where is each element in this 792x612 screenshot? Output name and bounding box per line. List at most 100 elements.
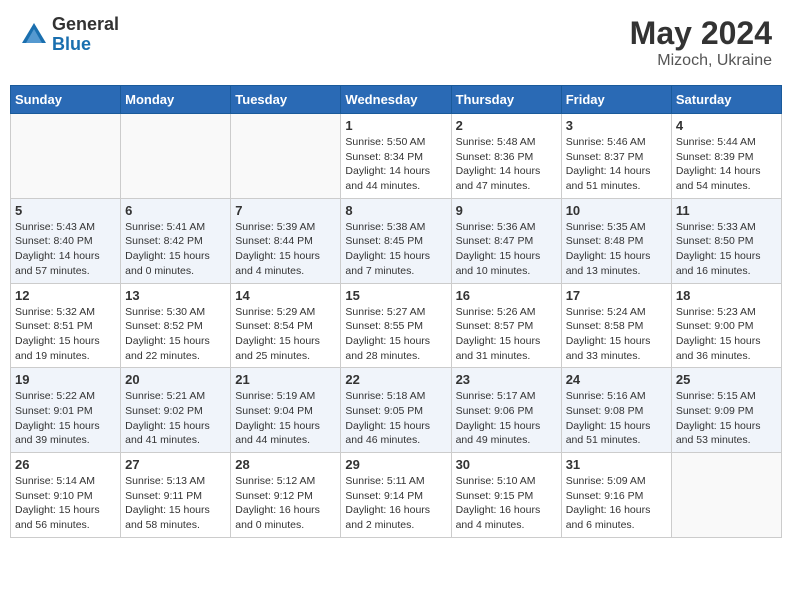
day-number: 30 bbox=[456, 457, 557, 472]
day-number: 14 bbox=[235, 288, 336, 303]
day-number: 6 bbox=[125, 203, 226, 218]
calendar-cell: 19 Sunrise: 5:22 AMSunset: 9:01 PMDayligh… bbox=[11, 368, 121, 453]
calendar-cell: 1Sunrise: 5:50 AMSunset: 8:34 PMDaylight… bbox=[341, 114, 451, 199]
day-number: 19 bbox=[15, 372, 116, 387]
calendar-cell: 7 Sunrise: 5:39 AMSunset: 8:44 PMDaylight… bbox=[231, 198, 341, 283]
calendar-cell bbox=[121, 114, 231, 199]
day-number: 5 bbox=[15, 203, 116, 218]
day-number: 21 bbox=[235, 372, 336, 387]
day-info: Sunrise: 5:50 AMSunset: 8:34 PMDaylight:… bbox=[345, 135, 446, 194]
day-number: 17 bbox=[566, 288, 667, 303]
day-info: Sunrise: 5:13 AMSunset: 9:11 PMDaylight:… bbox=[125, 474, 226, 533]
weekday-header-wednesday: Wednesday bbox=[341, 86, 451, 114]
calendar-cell: 17 Sunrise: 5:24 AMSunset: 8:58 PMDayligh… bbox=[561, 283, 671, 368]
day-info: Sunrise: 5:43 AMSunset: 8:40 PMDaylight:… bbox=[15, 220, 116, 279]
logo-icon bbox=[20, 21, 48, 49]
calendar-title: May 2024 bbox=[630, 15, 772, 52]
calendar-cell: 27 Sunrise: 5:13 AMSunset: 9:11 PMDayligh… bbox=[121, 453, 231, 538]
day-number: 25 bbox=[676, 372, 777, 387]
logo-text: General Blue bbox=[52, 15, 119, 55]
calendar-cell: 12 Sunrise: 5:32 AMSunset: 8:51 PMDayligh… bbox=[11, 283, 121, 368]
day-info: Sunrise: 5:10 AMSunset: 9:15 PMDaylight:… bbox=[456, 474, 557, 533]
day-info: Sunrise: 5:36 AMSunset: 8:47 PMDaylight:… bbox=[456, 220, 557, 279]
day-info: Sunrise: 5:26 AMSunset: 8:57 PMDaylight:… bbox=[456, 305, 557, 364]
logo: General Blue bbox=[20, 15, 119, 55]
calendar-cell: 16Sunrise: 5:26 AMSunset: 8:57 PMDayligh… bbox=[451, 283, 561, 368]
day-info: Sunrise: 5:17 AMSunset: 9:06 PMDaylight:… bbox=[456, 389, 557, 448]
calendar-cell: 15 Sunrise: 5:27 AMSunset: 8:55 PMDayligh… bbox=[341, 283, 451, 368]
calendar-cell: 11Sunrise: 5:33 AMSunset: 8:50 PMDayligh… bbox=[671, 198, 781, 283]
day-info: Sunrise: 5:11 AMSunset: 9:14 PMDaylight:… bbox=[345, 474, 446, 533]
day-number: 28 bbox=[235, 457, 336, 472]
calendar-week-row: 19 Sunrise: 5:22 AMSunset: 9:01 PMDayligh… bbox=[11, 368, 782, 453]
day-info: Sunrise: 5:46 AMSunset: 8:37 PMDaylight:… bbox=[566, 135, 667, 194]
day-info: Sunrise: 5:09 AMSunset: 9:16 PMDaylight:… bbox=[566, 474, 667, 533]
calendar-cell: 29Sunrise: 5:11 AMSunset: 9:14 PMDayligh… bbox=[341, 453, 451, 538]
day-number: 27 bbox=[125, 457, 226, 472]
day-info: Sunrise: 5:16 AMSunset: 9:08 PMDaylight:… bbox=[566, 389, 667, 448]
day-info: Sunrise: 5:39 AMSunset: 8:44 PMDaylight:… bbox=[235, 220, 336, 279]
calendar-cell bbox=[231, 114, 341, 199]
calendar-cell: 3 Sunrise: 5:46 AMSunset: 8:37 PMDaylight… bbox=[561, 114, 671, 199]
calendar-cell: 18 Sunrise: 5:23 AMSunset: 9:00 PMDayligh… bbox=[671, 283, 781, 368]
weekday-header-sunday: Sunday bbox=[11, 86, 121, 114]
day-number: 24 bbox=[566, 372, 667, 387]
calendar-location: Mizoch, Ukraine bbox=[630, 52, 772, 70]
calendar-cell: 10Sunrise: 5:35 AMSunset: 8:48 PMDayligh… bbox=[561, 198, 671, 283]
weekday-header-friday: Friday bbox=[561, 86, 671, 114]
day-info: Sunrise: 5:21 AMSunset: 9:02 PMDaylight:… bbox=[125, 389, 226, 448]
logo-blue: Blue bbox=[52, 35, 119, 55]
day-info: Sunrise: 5:29 AMSunset: 8:54 PMDaylight:… bbox=[235, 305, 336, 364]
page-header: General Blue May 2024 Mizoch, Ukraine bbox=[10, 10, 782, 75]
day-info: Sunrise: 5:32 AMSunset: 8:51 PMDaylight:… bbox=[15, 305, 116, 364]
calendar-cell: 26Sunrise: 5:14 AMSunset: 9:10 PMDayligh… bbox=[11, 453, 121, 538]
day-number: 18 bbox=[676, 288, 777, 303]
day-number: 2 bbox=[456, 118, 557, 133]
day-number: 22 bbox=[345, 372, 446, 387]
day-info: Sunrise: 5:12 AMSunset: 9:12 PMDaylight:… bbox=[235, 474, 336, 533]
calendar-week-row: 1Sunrise: 5:50 AMSunset: 8:34 PMDaylight… bbox=[11, 114, 782, 199]
day-info: Sunrise: 5:44 AMSunset: 8:39 PMDaylight:… bbox=[676, 135, 777, 194]
calendar-cell bbox=[671, 453, 781, 538]
calendar-cell: 21Sunrise: 5:19 AMSunset: 9:04 PMDayligh… bbox=[231, 368, 341, 453]
calendar-cell: 20 Sunrise: 5:21 AMSunset: 9:02 PMDayligh… bbox=[121, 368, 231, 453]
day-number: 4 bbox=[676, 118, 777, 133]
calendar-cell: 5 Sunrise: 5:43 AMSunset: 8:40 PMDaylight… bbox=[11, 198, 121, 283]
day-number: 20 bbox=[125, 372, 226, 387]
day-number: 7 bbox=[235, 203, 336, 218]
day-info: Sunrise: 5:48 AMSunset: 8:36 PMDaylight:… bbox=[456, 135, 557, 194]
calendar-cell: 23 Sunrise: 5:17 AMSunset: 9:06 PMDayligh… bbox=[451, 368, 561, 453]
day-info: Sunrise: 5:22 AMSunset: 9:01 PMDaylight:… bbox=[15, 389, 116, 448]
calendar-cell: 30 Sunrise: 5:10 AMSunset: 9:15 PMDayligh… bbox=[451, 453, 561, 538]
calendar-cell: 4 Sunrise: 5:44 AMSunset: 8:39 PMDaylight… bbox=[671, 114, 781, 199]
day-info: Sunrise: 5:15 AMSunset: 9:09 PMDaylight:… bbox=[676, 389, 777, 448]
day-number: 15 bbox=[345, 288, 446, 303]
day-number: 26 bbox=[15, 457, 116, 472]
day-info: Sunrise: 5:27 AMSunset: 8:55 PMDaylight:… bbox=[345, 305, 446, 364]
day-info: Sunrise: 5:30 AMSunset: 8:52 PMDaylight:… bbox=[125, 305, 226, 364]
weekday-header-monday: Monday bbox=[121, 86, 231, 114]
day-info: Sunrise: 5:18 AMSunset: 9:05 PMDaylight:… bbox=[345, 389, 446, 448]
calendar-cell: 13Sunrise: 5:30 AMSunset: 8:52 PMDayligh… bbox=[121, 283, 231, 368]
day-info: Sunrise: 5:33 AMSunset: 8:50 PMDaylight:… bbox=[676, 220, 777, 279]
day-number: 3 bbox=[566, 118, 667, 133]
calendar-cell: 28 Sunrise: 5:12 AMSunset: 9:12 PMDayligh… bbox=[231, 453, 341, 538]
calendar-cell: 9 Sunrise: 5:36 AMSunset: 8:47 PMDaylight… bbox=[451, 198, 561, 283]
day-info: Sunrise: 5:23 AMSunset: 9:00 PMDaylight:… bbox=[676, 305, 777, 364]
logo-general: General bbox=[52, 15, 119, 35]
calendar-cell: 22 Sunrise: 5:18 AMSunset: 9:05 PMDayligh… bbox=[341, 368, 451, 453]
weekday-header-thursday: Thursday bbox=[451, 86, 561, 114]
weekday-header-saturday: Saturday bbox=[671, 86, 781, 114]
calendar-cell: 8Sunrise: 5:38 AMSunset: 8:45 PMDaylight… bbox=[341, 198, 451, 283]
day-info: Sunrise: 5:24 AMSunset: 8:58 PMDaylight:… bbox=[566, 305, 667, 364]
day-number: 23 bbox=[456, 372, 557, 387]
day-info: Sunrise: 5:38 AMSunset: 8:45 PMDaylight:… bbox=[345, 220, 446, 279]
day-number: 12 bbox=[15, 288, 116, 303]
calendar-cell: 6Sunrise: 5:41 AMSunset: 8:42 PMDaylight… bbox=[121, 198, 231, 283]
day-info: Sunrise: 5:35 AMSunset: 8:48 PMDaylight:… bbox=[566, 220, 667, 279]
day-number: 9 bbox=[456, 203, 557, 218]
calendar-cell: 24 Sunrise: 5:16 AMSunset: 9:08 PMDayligh… bbox=[561, 368, 671, 453]
calendar-cell: 25 Sunrise: 5:15 AMSunset: 9:09 PMDayligh… bbox=[671, 368, 781, 453]
calendar-week-row: 12 Sunrise: 5:32 AMSunset: 8:51 PMDayligh… bbox=[11, 283, 782, 368]
calendar-cell: 14 Sunrise: 5:29 AMSunset: 8:54 PMDayligh… bbox=[231, 283, 341, 368]
